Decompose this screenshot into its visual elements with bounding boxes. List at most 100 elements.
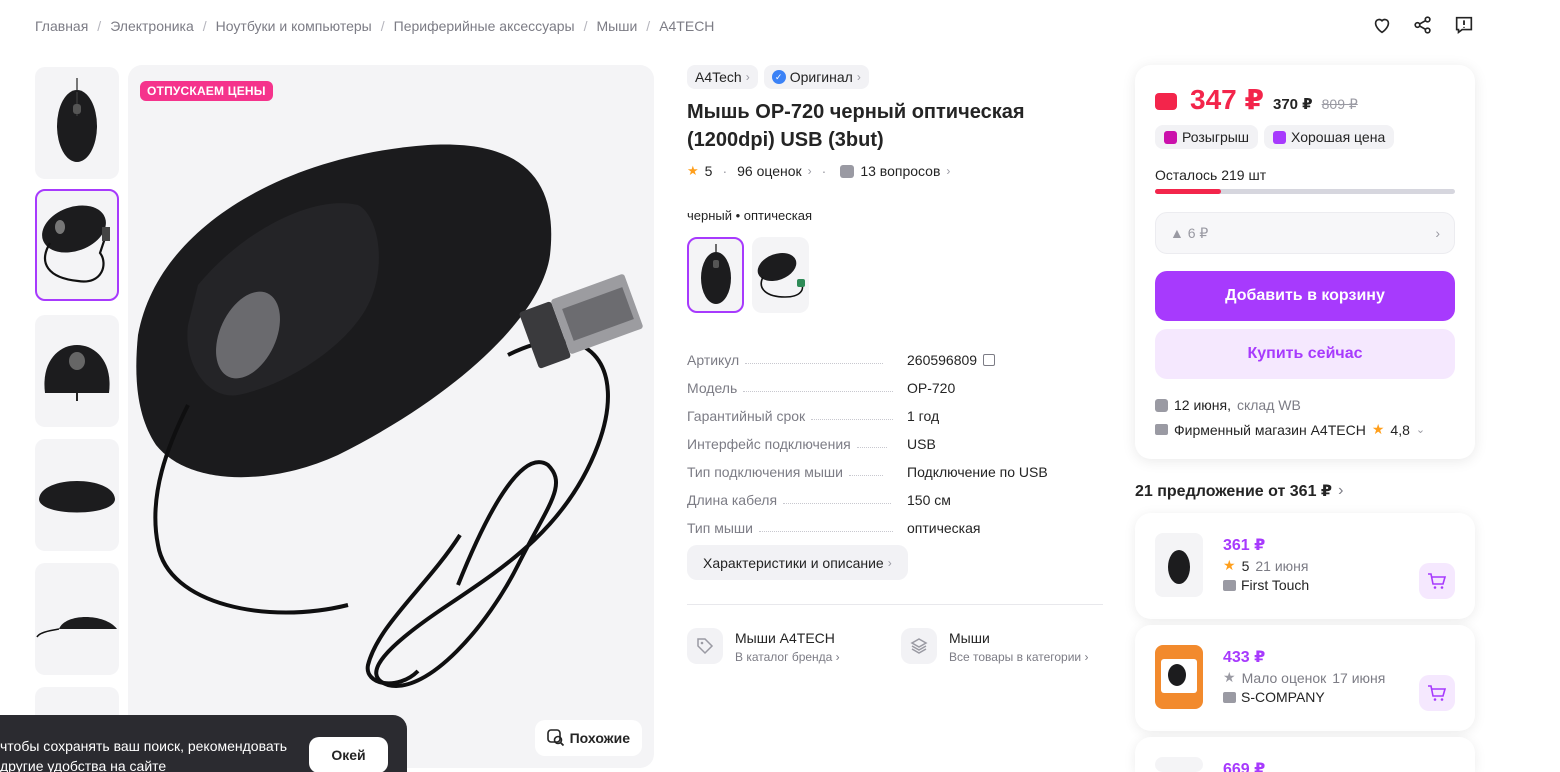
chevron-right-icon: ›	[807, 164, 812, 178]
mouse-image	[700, 244, 731, 304]
gift-icon	[1164, 130, 1177, 144]
offer-price: 361 ₽	[1223, 537, 1266, 554]
mouse-image	[42, 205, 110, 283]
spec-key: Длина кабеля	[687, 492, 778, 508]
promo-chips: Розыгрыш Хорошая цена	[1155, 125, 1395, 149]
buy-now-button[interactable]: Купить сейчас	[1155, 329, 1455, 379]
spec-row: Артикул 260596809	[687, 340, 1103, 368]
chevron-right-icon: ›	[1338, 482, 1344, 499]
spec-row: Интерфейс подключения USB	[687, 424, 1103, 452]
offer-image	[1155, 533, 1203, 597]
verified-icon: ✓	[771, 70, 786, 84]
thumbnail[interactable]	[35, 67, 119, 179]
share-icon[interactable]	[1412, 14, 1434, 36]
star-icon: ★	[1371, 421, 1385, 437]
brand-chip-label: A4Tech	[695, 69, 742, 85]
similar-button[interactable]: Похожие	[534, 720, 642, 756]
thumbnail-selected[interactable]	[35, 189, 119, 301]
price-card: 347 ₽ 370 ₽ 809 ₽ Розыгрыш Хорошая цена …	[1135, 65, 1475, 459]
spec-row: Модель OP-720	[687, 368, 1103, 396]
variant-usb[interactable]	[687, 237, 744, 313]
mouse-image	[36, 617, 117, 638]
original-chip[interactable]: ✓ Оригинал ›	[763, 65, 869, 89]
mouse-image	[757, 252, 805, 298]
thumbs-up-icon	[1273, 130, 1287, 144]
thumbnail[interactable]	[35, 439, 119, 551]
spec-key: Модель	[687, 380, 738, 396]
discount-row[interactable]: ▲ 6 ₽ ›	[1155, 212, 1455, 254]
stock-text: Осталось 219 шт	[1155, 167, 1267, 183]
category-link[interactable]: Мыши Все товары в категории ›	[901, 628, 1088, 666]
price-current: 347 ₽	[1190, 84, 1264, 115]
thumbnail[interactable]	[35, 315, 119, 427]
add-to-cart-button[interactable]: Добавить в корзину	[1155, 271, 1455, 321]
questions-icon	[840, 164, 855, 178]
similar-label: Похожие	[569, 730, 630, 746]
report-icon[interactable]	[1453, 14, 1475, 36]
spec-value: OP-720	[907, 380, 956, 396]
mouse-image	[136, 144, 643, 688]
breadcrumb-laptops[interactable]: Ноутбуки и компьютеры	[216, 18, 372, 34]
spec-row: Тип подключения мыши Подключение по USB	[687, 452, 1103, 480]
breadcrumb-mice[interactable]: Мыши	[597, 18, 638, 34]
product-chips: A4Tech › ✓ Оригинал ›	[687, 65, 869, 89]
stock-bar-fill	[1155, 189, 1221, 194]
offer-price: 669 ₽	[1223, 761, 1266, 772]
spec-row: Гарантийный срок 1 год	[687, 396, 1103, 424]
shop-icon	[1155, 424, 1168, 435]
chevron-right-icon: ›	[745, 70, 750, 84]
spec-key: Гарантийный срок	[687, 408, 806, 424]
cookie-banner: чтобы сохранять ваш поиск, рекомендовать…	[0, 715, 407, 772]
price-without-wallet: 370 ₽	[1272, 96, 1313, 113]
offer-card[interactable]: 433 ₽ ★ Мало оценок 17 июня S-COMPANY	[1135, 625, 1475, 731]
stock-bar	[1155, 189, 1455, 194]
cart-icon-button[interactable]	[1419, 563, 1455, 599]
chevron-down-icon: ⌄	[1415, 424, 1426, 436]
heart-icon[interactable]	[1371, 14, 1393, 36]
seller-name: Фирменный магазин A4TECH	[1174, 421, 1366, 438]
copy-icon[interactable]	[983, 354, 996, 366]
brand-chip[interactable]: A4Tech ›	[687, 65, 758, 89]
breadcrumb-brand[interactable]: A4TECH	[659, 18, 714, 34]
delivery-place: склад WB	[1236, 397, 1301, 413]
spec-value: 150 см	[907, 492, 951, 508]
sale-badge: ОТПУСКАЕМ ЦЕНЫ	[140, 81, 273, 101]
brand-link-title: Мыши A4TECH	[735, 630, 835, 646]
chevron-right-icon: ›	[946, 164, 951, 178]
tag-icon	[687, 628, 723, 664]
offer-image	[1155, 645, 1203, 709]
brand-link-sub: В каталог бренда	[735, 650, 833, 664]
shop-icon	[1223, 579, 1236, 591]
questions-link[interactable]: 13 вопросов	[860, 163, 940, 179]
spec-value: 1 год	[907, 408, 940, 424]
variant-ps2[interactable]	[752, 237, 809, 313]
mouse-image	[39, 481, 115, 513]
good-price-chip[interactable]: Хорошая цена	[1264, 125, 1395, 149]
cart-icon-button[interactable]	[1419, 675, 1455, 711]
spec-key: Тип мыши	[687, 520, 753, 536]
breadcrumb-peripherals[interactable]: Периферийные аксессуары	[394, 18, 575, 34]
offer-card[interactable]: 361 ₽ ★ 5 21 июня First Touch	[1135, 513, 1475, 619]
offers-title[interactable]: 21 предложение от 361 ₽ ›	[1135, 481, 1343, 501]
giveaway-chip[interactable]: Розыгрыш	[1155, 125, 1259, 149]
cookie-text-line2: другие удобства на сайте	[0, 758, 167, 772]
spec-row: Тип мыши оптическая	[687, 508, 1103, 536]
offer-card[interactable]: 669 ₽	[1135, 737, 1475, 772]
spec-value: USB	[907, 436, 936, 452]
cookie-ok-button[interactable]: Окей	[309, 737, 388, 772]
offer-meta: ★ Мало оценок 17 июня	[1223, 669, 1385, 686]
brand-catalog-link[interactable]: Мыши A4TECH В каталог бренда ›	[687, 628, 840, 666]
description-button[interactable]: Характеристики и описание ›	[687, 545, 908, 580]
shop-icon	[1223, 691, 1236, 703]
breadcrumb-electronics[interactable]: Электроника	[110, 18, 194, 34]
breadcrumb-home[interactable]: Главная	[35, 18, 88, 34]
cart-icon	[1428, 685, 1447, 701]
reviews-link[interactable]: 96 оценок	[737, 163, 802, 179]
seller-info[interactable]: Фирменный магазин A4TECH ★ 4,8 ⌄	[1155, 421, 1425, 438]
offer-seller: S-COMPANY	[1223, 689, 1325, 705]
description-button-label: Характеристики и описание	[703, 554, 884, 571]
main-product-image[interactable]: ОТПУСКАЕМ ЦЕНЫ Похожие	[128, 65, 654, 768]
delivery-info: 12 июня, склад WB	[1155, 397, 1301, 413]
box-icon	[1155, 398, 1168, 412]
thumbnail[interactable]	[35, 563, 119, 675]
